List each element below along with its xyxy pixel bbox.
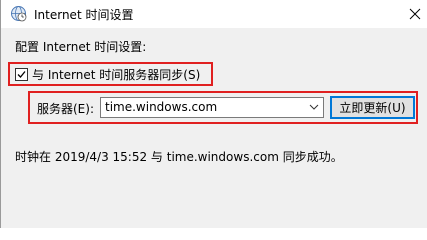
clock-globe-icon [10, 5, 27, 22]
close-button[interactable] [401, 0, 427, 28]
server-label: 服务器(E): [37, 102, 94, 116]
update-now-button[interactable]: 立即更新(U) [330, 96, 415, 119]
window-title: Internet 时间设置 [34, 8, 134, 22]
sync-checkbox[interactable] [15, 67, 28, 81]
close-icon [409, 8, 420, 20]
server-value[interactable]: time.windows.com [105, 100, 217, 114]
server-row: 服务器(E): time.windows.com 立即更新(U) [28, 91, 418, 124]
title-bar: Internet 时间设置 [1, 0, 427, 28]
section-label: 配置 Internet 时间设置: [15, 40, 147, 54]
checkmark-icon [17, 70, 26, 78]
chevron-down-icon[interactable] [309, 103, 319, 111]
server-combobox[interactable]: time.windows.com [100, 97, 324, 118]
dialog-content: 配置 Internet 时间设置: 与 Internet 时间服务器同步(S) … [1, 28, 427, 228]
internet-time-settings-dialog: Internet 时间设置 配置 Internet 时间设置: 与 Intern… [0, 0, 427, 228]
sync-status-text: 时钟在 2019/4/3 15:52 与 time.windows.com 同步… [15, 150, 343, 164]
sync-checkbox-row[interactable]: 与 Internet 时间服务器同步(S) [8, 62, 213, 86]
sync-checkbox-label[interactable]: 与 Internet 时间服务器同步(S) [32, 66, 200, 83]
